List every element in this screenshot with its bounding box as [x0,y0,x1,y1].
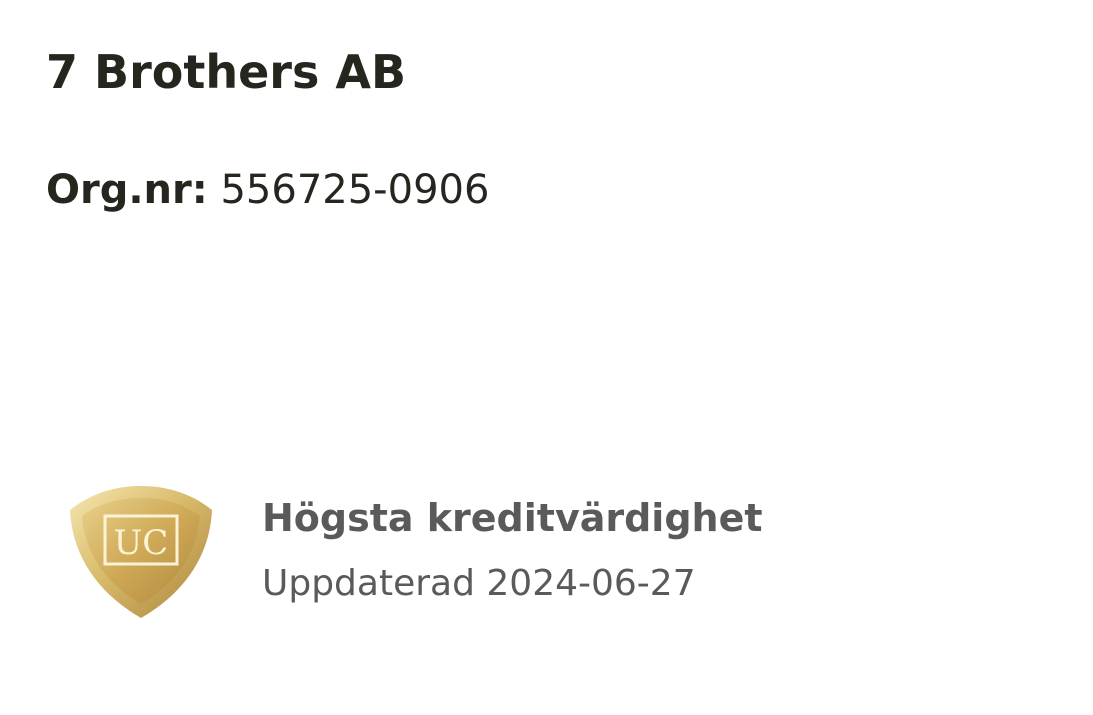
company-name: 7 Brothers AB [46,45,407,99]
credit-rating-updated: Uppdaterad 2024-06-27 [262,563,696,604]
org-number-label: Org.nr: [46,167,208,213]
uc-badge-text: UC [114,523,169,563]
org-number-value: 556725-0906 [220,167,490,213]
credit-rating: UC Högsta kreditvärdighet Uppdaterad 202… [68,484,1028,624]
org-number-row: Org.nr: 556725-0906 [46,162,489,218]
uc-shield-icon: UC [68,484,214,620]
credit-rating-title: Högsta kreditvärdighet [262,496,763,540]
